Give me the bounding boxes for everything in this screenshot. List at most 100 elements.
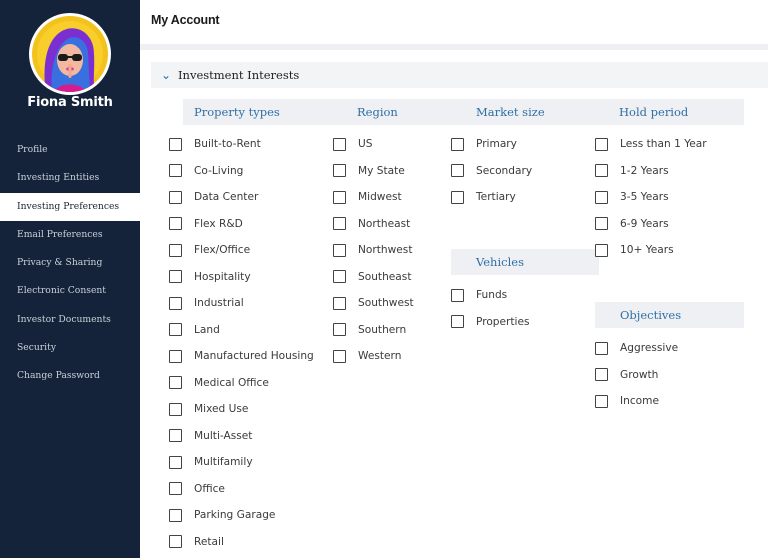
checkbox-box[interactable]	[169, 296, 182, 310]
checkbox-box[interactable]	[333, 349, 346, 363]
checkbox-box[interactable]	[451, 288, 464, 302]
sidebar-item-email-preferences[interactable]: Email Preferences	[0, 221, 140, 249]
checkbox-property-types-flex-r-d[interactable]: Flex R&D	[169, 215, 243, 233]
sidebar-item-change-password[interactable]: Change Password	[0, 362, 140, 390]
checkbox-box[interactable]	[451, 164, 464, 177]
sidebar-item-profile[interactable]: Profile	[0, 136, 140, 164]
checkbox-box[interactable]	[333, 296, 346, 310]
checkbox-box[interactable]	[169, 190, 182, 204]
checkbox-box[interactable]	[333, 217, 346, 230]
checkbox-box[interactable]	[169, 376, 182, 389]
checkbox-hold-period-1-2-years[interactable]: 1-2 Years	[595, 162, 669, 180]
property-types-heading: Property types	[183, 99, 327, 125]
objectives-heading: Objectives	[595, 302, 744, 328]
checkbox-box[interactable]	[333, 164, 346, 177]
sidebar-item-investor-documents[interactable]: Investor Documents	[0, 306, 140, 334]
avatar-image	[32, 16, 108, 92]
checkbox-box[interactable]	[169, 535, 182, 548]
checkbox-box[interactable]	[595, 190, 608, 204]
checkbox-box[interactable]	[169, 270, 182, 283]
checkbox-box[interactable]	[333, 137, 346, 151]
checkbox-hold-period-less-than-1-year[interactable]: Less than 1 Year	[595, 135, 707, 153]
checkbox-box[interactable]	[169, 349, 182, 363]
checkbox-property-types-built-to-rent[interactable]: Built-to-Rent	[169, 135, 261, 153]
checkbox-label: Growth	[620, 368, 659, 381]
checkbox-objectives-growth[interactable]: Growth	[595, 366, 658, 384]
checkbox-label: Data Center	[194, 191, 259, 203]
sidebar-item-privacy-sharing[interactable]: Privacy & Sharing	[0, 249, 140, 277]
user-name: Fiona Smith	[27, 95, 113, 110]
checkbox-property-types-co-living[interactable]: Co-Living	[169, 162, 243, 180]
checkbox-box[interactable]	[451, 137, 464, 151]
checkbox-label: Manufactured Housing	[194, 350, 314, 362]
checkbox-box[interactable]	[169, 137, 182, 151]
page-header: My Account	[140, 0, 768, 44]
checkbox-box[interactable]	[595, 394, 608, 408]
checkbox-objectives-aggressive[interactable]: Aggressive	[595, 339, 678, 357]
checkbox-market-size-tertiary[interactable]: Tertiary	[451, 188, 516, 206]
checkbox-box[interactable]	[451, 190, 464, 204]
checkbox-box[interactable]	[169, 243, 182, 257]
sidebar-item-investing-entities[interactable]: Investing Entities	[0, 164, 140, 192]
checkbox-box[interactable]	[595, 243, 608, 257]
checkbox-region-western[interactable]: Western	[333, 347, 401, 365]
checkbox-region-northeast[interactable]: Northeast	[333, 215, 410, 233]
checkbox-property-types-industrial[interactable]: Industrial	[169, 294, 244, 312]
checkbox-property-types-multifamily[interactable]: Multifamily	[169, 453, 253, 471]
checkbox-market-size-secondary[interactable]: Secondary	[451, 162, 532, 180]
checkbox-market-size-primary[interactable]: Primary	[451, 135, 517, 153]
checkbox-box[interactable]	[169, 402, 182, 416]
checkbox-box[interactable]	[333, 243, 346, 257]
sidebar-item-electronic-consent[interactable]: Electronic Consent	[0, 277, 140, 305]
checkbox-box[interactable]	[169, 164, 182, 177]
checkbox-box[interactable]	[451, 315, 464, 328]
checkbox-region-southwest[interactable]: Southwest	[333, 294, 414, 312]
checkbox-region-midwest[interactable]: Midwest	[333, 188, 402, 206]
checkbox-box[interactable]	[595, 341, 608, 355]
checkbox-region-us[interactable]: US	[333, 135, 372, 153]
checkbox-hold-period-3-5-years[interactable]: 3-5 Years	[595, 188, 669, 206]
checkbox-property-types-hospitality[interactable]: Hospitality	[169, 268, 251, 286]
checkbox-property-types-parking-garage[interactable]: Parking Garage	[169, 506, 275, 524]
checkbox-label: Co-Living	[194, 164, 244, 177]
checkbox-property-types-flex-office[interactable]: Flex/Office	[169, 241, 250, 259]
checkbox-box[interactable]	[169, 508, 182, 522]
checkbox-box[interactable]	[333, 270, 346, 283]
checkbox-box[interactable]	[595, 368, 608, 381]
investment-interests-panel-header[interactable]: ⌄ Investment Interests	[151, 62, 768, 88]
checkbox-vehicles-funds[interactable]: Funds	[451, 286, 507, 304]
checkbox-hold-period-10-years[interactable]: 10+ Years	[595, 241, 674, 259]
chevron-down-icon[interactable]: ⌄	[161, 68, 171, 82]
checkbox-region-northwest[interactable]: Northwest	[333, 241, 412, 259]
checkbox-region-southeast[interactable]: Southeast	[333, 268, 411, 286]
sidebar-item-investing-preferences[interactable]: Investing Preferences	[0, 192, 140, 221]
checkbox-box[interactable]	[169, 217, 182, 230]
checkbox-region-my-state[interactable]: My State	[333, 162, 405, 180]
panel-title: Investment Interests	[178, 68, 300, 82]
checkbox-box[interactable]	[595, 164, 608, 177]
checkbox-objectives-income[interactable]: Income	[595, 392, 659, 410]
checkbox-box[interactable]	[333, 190, 346, 204]
checkbox-label: My State	[358, 164, 405, 177]
checkbox-box[interactable]	[333, 323, 346, 336]
checkbox-box[interactable]	[169, 455, 182, 469]
checkbox-property-types-office[interactable]: Office	[169, 480, 225, 498]
checkbox-property-types-data-center[interactable]: Data Center	[169, 188, 258, 206]
avatar[interactable]	[29, 13, 111, 95]
checkbox-property-types-retail[interactable]: Retail	[169, 533, 224, 551]
checkbox-property-types-land[interactable]: Land	[169, 321, 220, 339]
checkbox-property-types-manufactured-housing[interactable]: Manufactured Housing	[169, 347, 314, 365]
sidebar-nav: Profile Investing Entities Investing Pre…	[0, 136, 140, 391]
checkbox-box[interactable]	[595, 217, 608, 230]
checkbox-box[interactable]	[169, 482, 182, 495]
checkbox-property-types-medical-office[interactable]: Medical Office	[169, 374, 269, 392]
checkbox-vehicles-properties[interactable]: Properties	[451, 313, 530, 331]
checkbox-property-types-multi-asset[interactable]: Multi-Asset	[169, 427, 252, 445]
checkbox-property-types-mixed-use[interactable]: Mixed Use	[169, 400, 248, 418]
checkbox-box[interactable]	[169, 323, 182, 336]
checkbox-region-southern[interactable]: Southern	[333, 321, 406, 339]
checkbox-box[interactable]	[169, 429, 182, 442]
sidebar-item-security[interactable]: Security	[0, 334, 140, 362]
checkbox-hold-period-6-9-years[interactable]: 6-9 Years	[595, 215, 669, 233]
checkbox-box[interactable]	[595, 137, 608, 151]
